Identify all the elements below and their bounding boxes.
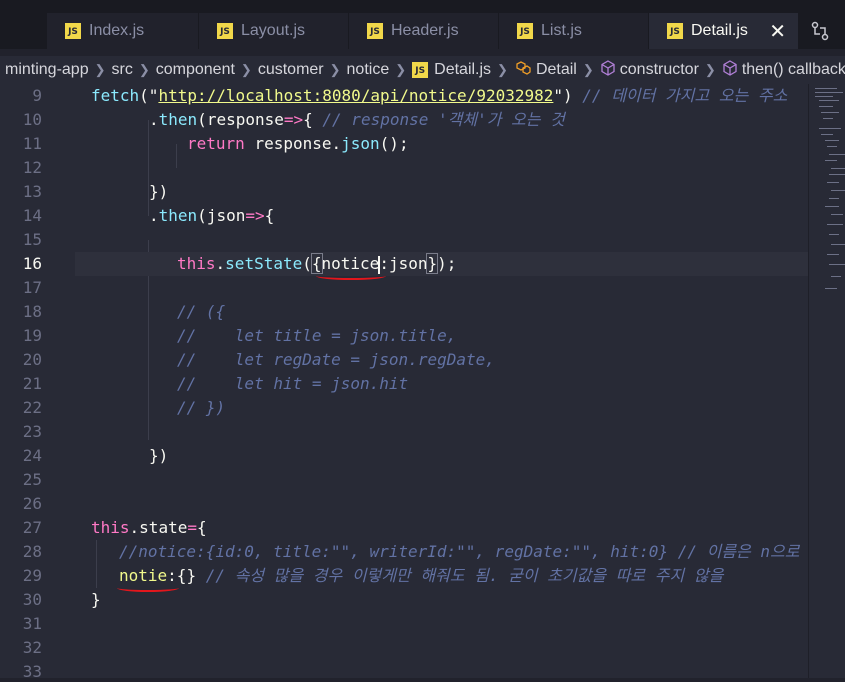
tab-label: Header.js (391, 22, 459, 39)
chevron-right-icon: ❯ (582, 62, 594, 77)
chevron-right-icon: ❯ (395, 62, 407, 77)
tab-header-js[interactable]: JS Header.js (349, 13, 499, 49)
close-icon[interactable]: ✕ (769, 19, 786, 44)
code-line: 27 this.state={ (22, 518, 207, 537)
breadcrumb-item[interactable]: notice (347, 61, 390, 79)
chevron-right-icon: ❯ (94, 62, 106, 77)
breadcrumb-item[interactable]: JS Detail.js (412, 61, 491, 79)
code-line: 21// let hit = json.hit (22, 374, 409, 393)
code-line: 14 .then(json=>{ (22, 206, 275, 225)
class-icon (514, 60, 532, 81)
tab-layout-js[interactable]: JS Layout.js (199, 13, 349, 49)
chevron-right-icon: ❯ (497, 62, 508, 77)
js-file-icon: JS (367, 23, 383, 39)
code-line: 11 return response.json(); (22, 134, 409, 153)
js-file-icon: JS (667, 23, 683, 39)
method-icon (722, 59, 738, 81)
js-file-icon: JS (65, 23, 81, 39)
code-editor[interactable]: 9 fetch("http://localhost:8080/api/notice… (0, 84, 808, 678)
code-line: 33 (22, 662, 42, 678)
breadcrumb-item[interactable]: then() callback (722, 59, 845, 81)
breadcrumb-item[interactable]: constructor (600, 59, 699, 81)
tab-index-js[interactable]: JS Index.js (47, 13, 199, 49)
code-line: 30} (22, 590, 101, 609)
code-line: 10 .then(response=>{ // response '객체'가 오는… (22, 110, 565, 129)
breadcrumb-item[interactable]: minting-app (5, 61, 89, 79)
code-line: 20// let regDate = json.regDate, (22, 350, 495, 369)
code-line: 17 (22, 278, 42, 297)
code-line: 26 (22, 494, 42, 513)
code-line: 23 (22, 422, 42, 441)
chevron-right-icon: ❯ (240, 62, 252, 77)
tab-list-js[interactable]: JS List.js (499, 13, 649, 49)
code-url-link[interactable]: http://localhost:8080/api/notice/9203298… (158, 86, 553, 105)
code-line: 25 (22, 470, 42, 489)
code-line: 24}) (22, 446, 169, 465)
tab-label: List.js (541, 22, 582, 39)
code-line-current: 16 this.setState({notice:json}); (22, 253, 457, 274)
code-line: 13}) (22, 182, 169, 201)
breadcrumb-item[interactable]: customer (258, 61, 324, 79)
code-line: 9 fetch("http://localhost:8080/api/notice… (32, 86, 788, 105)
code-line: 32 (22, 638, 42, 657)
js-file-icon: JS (412, 62, 429, 78)
compare-changes-icon[interactable] (800, 13, 840, 49)
code-line: 19// let title = json.title, (22, 326, 457, 345)
breadcrumb-item[interactable]: src (112, 61, 133, 79)
code-line: 12 (22, 158, 42, 177)
method-icon (600, 59, 616, 81)
chevron-right-icon: ❯ (329, 62, 341, 77)
minimap-preview (815, 88, 845, 289)
tab-bar: JS Index.js JS Layout.js JS Header.js JS… (0, 0, 845, 49)
breadcrumb-item[interactable]: component (156, 61, 235, 79)
chevron-right-icon: ❯ (704, 62, 716, 77)
red-underline-annotation (316, 272, 386, 280)
js-file-icon: JS (517, 23, 533, 39)
breadcrumb: minting-app ❯ src ❯ component ❯ customer… (0, 56, 845, 84)
tab-label: Detail.js (691, 22, 748, 39)
js-file-icon: JS (217, 23, 233, 39)
chevron-right-icon: ❯ (138, 62, 150, 77)
breadcrumb-item[interactable]: Detail (514, 60, 577, 81)
text-cursor (378, 255, 381, 274)
code-line: 22// }) (22, 398, 226, 417)
tab-label: Index.js (89, 22, 145, 39)
code-line: 15 (22, 230, 42, 249)
code-line: 31 (22, 614, 42, 633)
tab-detail-js[interactable]: JS Detail.js ✕ (649, 13, 799, 49)
red-underline-annotation (117, 584, 179, 592)
code-line: 28//notice:{id:0, title:"", writerId:"",… (22, 542, 800, 561)
minimap[interactable] (808, 84, 845, 678)
code-line: 18// ({ (22, 302, 226, 321)
tab-label: Layout.js (241, 22, 306, 39)
